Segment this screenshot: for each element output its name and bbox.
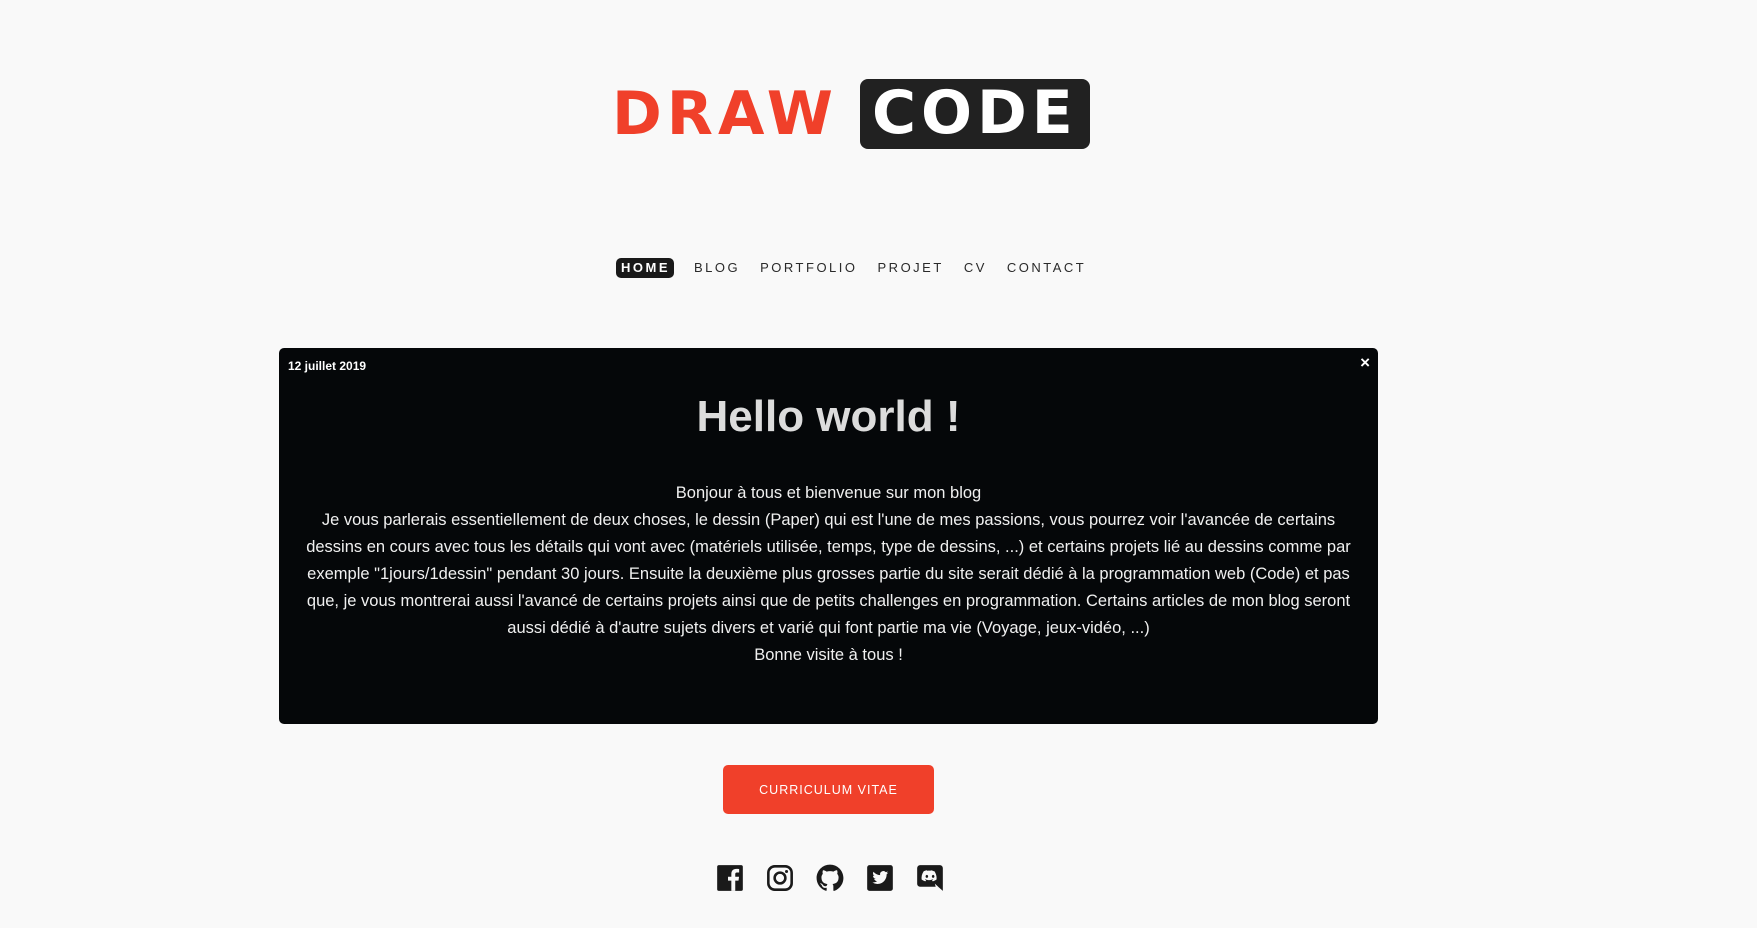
- post-body: Bonjour à tous et bienvenue sur mon blog…: [301, 480, 1356, 669]
- post-date: 12 juillet 2019: [288, 359, 367, 373]
- instagram-icon[interactable]: [766, 864, 794, 892]
- logo-draw-text: DRAW: [612, 79, 838, 149]
- nav-item-projet[interactable]: PROJET: [878, 258, 944, 278]
- nav-item-cv[interactable]: CV: [964, 258, 987, 278]
- main-nav: HOME BLOG PORTFOLIO PROJET CV CONTACT: [616, 258, 1086, 278]
- post-title: Hello world !: [696, 392, 961, 441]
- post-outro: Bonne visite à tous !: [754, 646, 903, 664]
- twitter-icon[interactable]: [866, 864, 894, 892]
- discord-icon[interactable]: [916, 864, 944, 892]
- facebook-icon[interactable]: [716, 864, 744, 892]
- post-text: Je vous parlerais essentiellement de deu…: [306, 511, 1351, 637]
- social-links: [716, 864, 944, 892]
- site-logo[interactable]: DRAW CODE: [612, 79, 1090, 149]
- logo-code-badge: CODE: [859, 79, 1090, 149]
- close-icon[interactable]: ×: [1360, 353, 1370, 373]
- nav-item-contact[interactable]: CONTACT: [1007, 258, 1086, 278]
- blog-post-card: 12 juillet 2019 × Hello world ! Bonjour …: [279, 348, 1378, 724]
- github-icon[interactable]: [816, 864, 844, 892]
- nav-item-portfolio[interactable]: PORTFOLIO: [760, 258, 857, 278]
- curriculum-vitae-button[interactable]: CURRICULUM VITAE: [723, 765, 934, 814]
- nav-item-home[interactable]: HOME: [616, 258, 674, 278]
- post-intro: Bonjour à tous et bienvenue sur mon blog: [675, 484, 982, 502]
- nav-item-blog[interactable]: BLOG: [694, 258, 740, 278]
